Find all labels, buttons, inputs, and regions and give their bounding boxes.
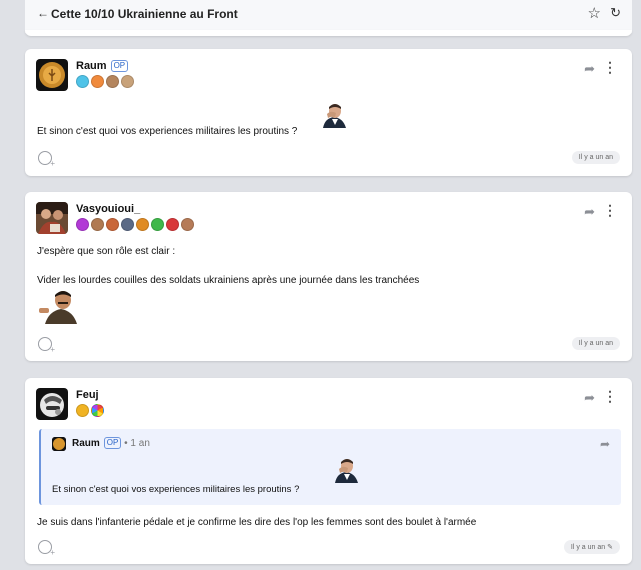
badge-list <box>76 75 134 88</box>
share-icon[interactable]: ➦ <box>584 390 595 406</box>
badge-icon[interactable] <box>106 218 119 231</box>
badge-icon[interactable] <box>91 404 104 417</box>
avatar[interactable] <box>36 202 68 234</box>
author-pseudo[interactable]: Feuj <box>76 389 99 401</box>
avatar[interactable] <box>36 388 68 420</box>
avatar[interactable] <box>36 59 68 91</box>
sticker-image <box>331 455 361 483</box>
post-text: Je suis dans l'infanterie pédale et je c… <box>37 517 477 528</box>
badge-icon[interactable] <box>166 218 179 231</box>
author-pseudo[interactable]: Vasyouioui_ <box>76 203 140 215</box>
post-card: Feuj ➦ ⋮ Raum OP • 1 an ➦ Et sinon c'est … <box>25 378 632 564</box>
badge-icon[interactable] <box>76 218 89 231</box>
share-icon[interactable]: ➦ <box>600 437 610 451</box>
sticker-image <box>37 287 85 324</box>
edited-pencil-icon: ✎ <box>607 544 613 551</box>
quoted-author-pseudo: Raum OP • 1 an <box>72 437 150 449</box>
add-reaction-icon[interactable] <box>38 337 55 354</box>
post-card: Raum OP ➦ ⋮ Et sinon c'est quoi vos exper… <box>25 49 632 176</box>
badge-icon[interactable] <box>76 404 89 417</box>
arrow-left-icon[interactable]: ← <box>37 6 49 20</box>
more-options-icon[interactable]: ⋮ <box>603 59 617 76</box>
post-card: Vasyouioui_ ➦ ⋮ J'espère que son rôle es… <box>25 192 632 361</box>
add-reaction-icon[interactable] <box>38 540 55 557</box>
more-options-icon[interactable]: ⋮ <box>603 202 617 219</box>
avatar <box>52 437 66 451</box>
badge-icon[interactable] <box>136 218 149 231</box>
post-date[interactable]: Il y a un an <box>571 337 620 350</box>
badge-list <box>76 218 194 231</box>
post-date[interactable]: Il y a un an <box>571 151 620 164</box>
post-text: J'espère que son rôle est clair : <box>37 246 176 257</box>
badge-icon[interactable] <box>181 218 194 231</box>
post-text: Et sinon c'est quoi vos experiences mili… <box>37 126 298 137</box>
badge-list <box>76 404 104 417</box>
share-icon[interactable]: ➦ <box>584 204 595 220</box>
badge-icon[interactable] <box>121 218 134 231</box>
add-reaction-icon[interactable] <box>38 151 55 168</box>
badge-icon[interactable] <box>91 218 104 231</box>
op-badge: OP <box>110 60 129 72</box>
more-options-icon[interactable]: ⋮ <box>603 388 617 405</box>
badge-icon[interactable] <box>121 75 134 88</box>
op-badge: OP <box>103 437 122 449</box>
sticker-image <box>319 100 349 128</box>
post-date[interactable]: Il y a un an ✎ <box>563 540 620 554</box>
topic-header: ← Cette 10/10 Ukrainienne au Front ☆ ↻ <box>25 0 632 34</box>
refresh-icon[interactable]: ↻ <box>610 5 621 21</box>
post-text: Vider les lourdes couilles des soldats u… <box>37 275 420 286</box>
topic-title: Cette 10/10 Ukrainienne au Front <box>51 7 238 21</box>
badge-icon[interactable] <box>106 75 119 88</box>
quoted-date: • 1 an <box>124 438 150 449</box>
badge-icon[interactable] <box>76 75 89 88</box>
author-pseudo[interactable]: Raum OP <box>76 60 129 72</box>
badge-icon[interactable] <box>91 75 104 88</box>
star-icon[interactable]: ☆ <box>588 4 601 22</box>
share-icon[interactable]: ➦ <box>584 61 595 77</box>
quoted-text: Et sinon c'est quoi vos experiences mili… <box>52 484 300 495</box>
badge-icon[interactable] <box>151 218 164 231</box>
previous-post-edge <box>25 30 632 36</box>
quoted-message[interactable]: Raum OP • 1 an ➦ Et sinon c'est quoi vos … <box>39 429 621 505</box>
